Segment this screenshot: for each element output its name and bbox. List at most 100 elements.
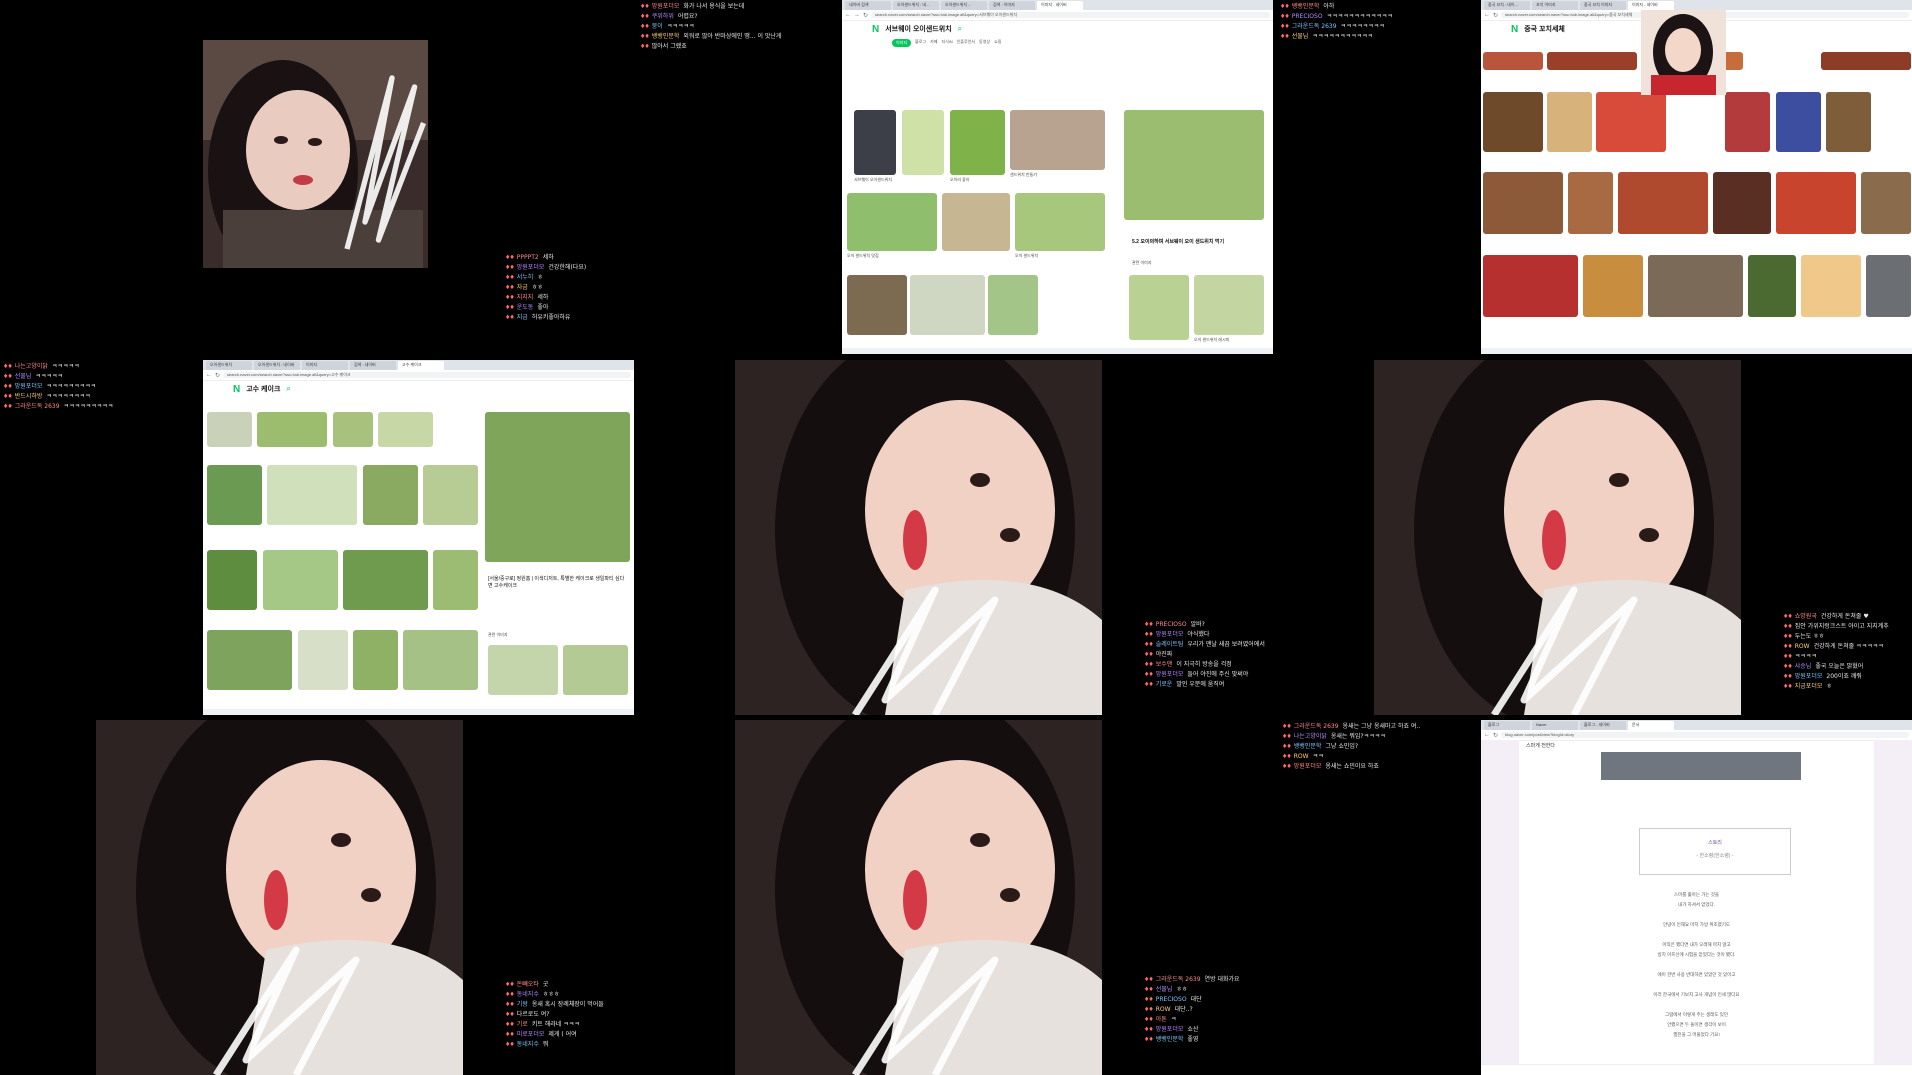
browser-tab[interactable]: 블로그 [1484, 721, 1530, 730]
browser-tab[interactable]: 중국 꼬치 이미지 [1580, 1, 1626, 10]
back-arrow-icon[interactable]: ← [206, 372, 212, 378]
back-arrow-icon[interactable]: ← [1484, 12, 1490, 18]
side-panel-title[interactable]: [서울/중구로] 정원홈 | 이색디저트, 특별한 케이크로 생일파티 싶다면 … [488, 575, 628, 589]
image-thumbnail[interactable] [353, 630, 398, 690]
browser-tab[interactable]: 검색 : 이미지 [989, 1, 1035, 10]
image-thumbnail[interactable] [1826, 92, 1871, 152]
image-thumbnail[interactable] [1547, 52, 1637, 70]
search-query[interactable]: 중국 꼬치세체 [1524, 24, 1565, 34]
image-thumbnail[interactable] [1547, 92, 1592, 152]
image-thumbnail[interactable] [854, 110, 896, 175]
image-thumbnail[interactable] [1583, 255, 1643, 317]
image-thumbnail[interactable] [1596, 92, 1666, 152]
browser-tab-active[interactable]: 고수 케이크 [398, 361, 444, 370]
image-thumbnail[interactable] [1801, 255, 1861, 317]
image-thumbnail[interactable] [1725, 92, 1770, 152]
browser-tab[interactable]: 이미지 [302, 361, 348, 370]
image-thumbnail[interactable] [1748, 255, 1796, 317]
image-thumbnail[interactable] [942, 193, 1010, 251]
browser-tab[interactable]: 검색 : 네이버 [350, 361, 396, 370]
image-thumbnail[interactable] [207, 630, 292, 690]
image-thumbnail[interactable] [207, 465, 262, 525]
image-thumbnail[interactable] [433, 550, 478, 610]
image-thumbnail[interactable] [207, 550, 257, 610]
search-icon[interactable]: ⌕ [286, 384, 290, 394]
image-thumbnail[interactable] [847, 193, 937, 251]
url-input[interactable]: search.naver.com/search.naver?ssc=tab.im… [223, 372, 631, 378]
image-thumbnail[interactable] [1713, 172, 1771, 234]
image-thumbnail[interactable] [1483, 52, 1543, 70]
image-thumbnail[interactable] [1483, 172, 1563, 234]
browser-tab[interactable]: 네이버 검색 [845, 1, 891, 10]
image-thumbnail[interactable] [988, 275, 1038, 335]
image-thumbnail[interactable] [1776, 172, 1856, 234]
image-thumbnail[interactable] [1648, 255, 1743, 317]
reload-icon[interactable]: ↻ [1493, 12, 1498, 19]
image-thumbnail[interactable] [1129, 275, 1189, 340]
image-thumbnail[interactable] [1861, 172, 1911, 234]
filter-tab[interactable]: 인플루언서 [957, 39, 975, 47]
image-thumbnail[interactable] [1194, 275, 1264, 335]
image-thumbnail[interactable] [488, 645, 558, 695]
image-thumbnail[interactable] [1015, 193, 1105, 251]
reload-icon[interactable]: ↻ [215, 372, 220, 379]
browser-tab-active[interactable]: 이미지 - 네이버 [1628, 1, 1674, 10]
filter-tab[interactable]: 지식iN [941, 39, 952, 47]
image-thumbnail[interactable] [207, 412, 252, 447]
browser-tab[interactable]: 꼬치 이미지 [1532, 1, 1578, 10]
image-thumbnail[interactable] [263, 550, 338, 610]
image-thumbnail[interactable] [267, 465, 357, 525]
image-thumbnail[interactable] [563, 645, 628, 695]
image-thumbnail[interactable] [1010, 110, 1105, 170]
image-thumbnail[interactable] [1866, 255, 1911, 317]
image-thumbnail[interactable] [298, 630, 348, 690]
filter-tab[interactable]: 블로그 [915, 39, 926, 47]
image-thumbnail[interactable] [1776, 92, 1821, 152]
image-thumbnail[interactable] [423, 465, 478, 525]
url-input[interactable]: blog.naver.com/post/view?blogId=story [1501, 732, 1909, 738]
back-arrow-icon[interactable]: ← [1484, 732, 1490, 738]
browser-tab-active[interactable]: 문서 [1628, 721, 1674, 730]
back-arrow-icon[interactable]: ← [845, 12, 851, 18]
browser-tab[interactable]: 오이샌드위치 [206, 361, 252, 370]
image-thumbnail[interactable] [1483, 92, 1543, 152]
image-thumbnail[interactable] [363, 465, 418, 525]
search-query[interactable]: 고수 케이크 [246, 384, 280, 394]
reload-icon[interactable]: ↻ [1493, 732, 1498, 739]
image-thumbnail[interactable] [343, 550, 428, 610]
image-thumbnail[interactable] [378, 412, 433, 447]
image-thumbnail[interactable] [1483, 255, 1578, 317]
side-panel-title[interactable]: 5.2 오이의하며 서브웨이 오이 샌드위치 먹기 [1132, 238, 1224, 245]
naver-logo-icon[interactable]: N [872, 24, 879, 35]
image-thumbnail[interactable] [1568, 172, 1613, 234]
browser-tab-active[interactable]: 이미지 - 네이버 [1037, 1, 1083, 10]
image-thumbnail-large[interactable] [485, 412, 630, 562]
reload-icon[interactable]: ↻ [863, 12, 868, 19]
image-thumbnail-large[interactable] [1124, 110, 1264, 220]
image-thumbnail[interactable] [910, 275, 985, 335]
naver-logo-icon[interactable]: N [1511, 24, 1518, 35]
browser-tab[interactable]: 중국 꼬치 : 네이... [1484, 1, 1530, 10]
browser-tab[interactable]: Naver [1532, 721, 1578, 730]
browser-tab[interactable]: 오이샌드위치 : 네이버 [254, 361, 300, 370]
browser-tab[interactable]: 오이샌드위치 ... [941, 1, 987, 10]
image-thumbnail[interactable] [257, 412, 327, 447]
filter-tab[interactable]: 쇼핑 [994, 39, 1001, 47]
image-thumbnail[interactable] [1821, 52, 1911, 70]
image-thumbnail[interactable] [1618, 172, 1708, 234]
search-query[interactable]: 서브웨이 오이샌드위치 [885, 24, 951, 34]
image-thumbnail[interactable] [333, 412, 373, 447]
browser-tab[interactable]: 오이샌드위치 : 네... [893, 1, 939, 10]
image-thumbnail[interactable] [950, 110, 1005, 175]
image-thumbnail[interactable] [403, 630, 478, 690]
browser-tab[interactable]: 블로그 - 네이버 [1580, 721, 1626, 730]
filter-tab[interactable]: 카페 [930, 39, 937, 47]
filter-tab-images[interactable]: 이미지 [892, 39, 912, 47]
url-input[interactable]: search.naver.com/search.naver?ssc=tab.im… [871, 12, 1270, 18]
forward-arrow-icon[interactable]: → [854, 12, 860, 18]
image-thumbnail[interactable] [902, 110, 944, 175]
filter-tab[interactable]: 동영상 [979, 39, 990, 47]
image-thumbnail[interactable] [847, 275, 907, 335]
naver-logo-icon[interactable]: N [233, 384, 240, 395]
search-icon[interactable]: ⌕ [958, 24, 962, 34]
